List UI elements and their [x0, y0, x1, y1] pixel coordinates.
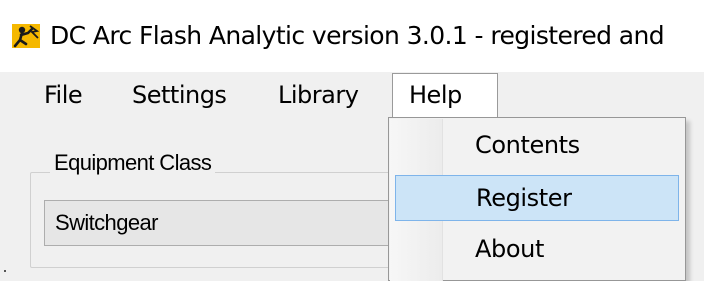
window-title: DC Arc Flash Analytic version 3.0.1 - re…: [50, 21, 665, 50]
menu-help[interactable]: Help: [392, 73, 498, 117]
resize-dot: [4, 270, 6, 272]
equipment-class-select[interactable]: Switchgear: [44, 200, 404, 246]
help-dropdown-menu: Contents Register About: [388, 117, 686, 281]
menu-bar: File Settings Library Help: [0, 72, 704, 118]
menu-library[interactable]: Library: [264, 72, 372, 118]
menu-item-about[interactable]: About: [395, 226, 679, 272]
menu-settings[interactable]: Settings: [118, 72, 240, 118]
menu-item-register[interactable]: Register: [395, 175, 679, 221]
title-bar: DC Arc Flash Analytic version 3.0.1 - re…: [0, 0, 704, 72]
menu-item-contents[interactable]: Contents: [395, 122, 679, 168]
equipment-class-label: Equipment Class: [50, 150, 216, 176]
arc-flash-app-icon: [12, 24, 40, 48]
menu-file[interactable]: File: [30, 72, 96, 118]
